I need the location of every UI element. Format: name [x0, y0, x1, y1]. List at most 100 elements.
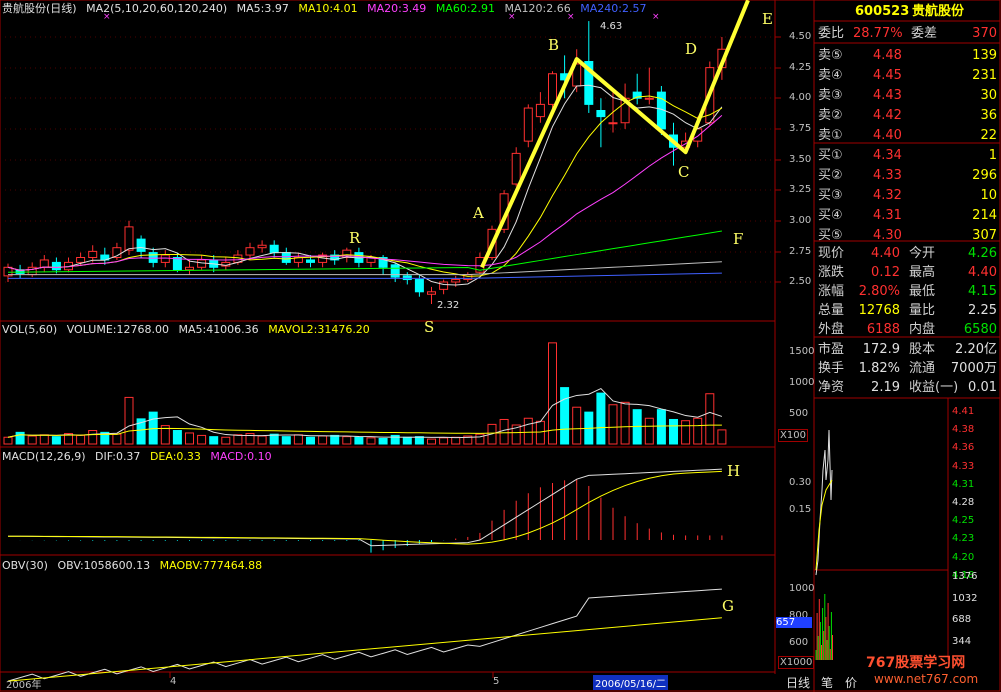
mini-volume-tick: 688: [952, 614, 972, 625]
mini-volume-tick: 1032: [952, 592, 978, 604]
volume-tick: 1500: [789, 346, 815, 357]
stat-value: 4.40: [871, 246, 900, 261]
volume-bar: [281, 436, 291, 445]
price-tick: 3.25: [789, 184, 812, 195]
annotation-h: H: [727, 462, 741, 480]
annotation-g: G: [722, 597, 734, 615]
stat-label: 涨幅: [818, 284, 845, 299]
annotation-f: F: [733, 230, 744, 248]
tab-price[interactable]: 价: [842, 674, 860, 692]
price-tick: 4.50: [789, 31, 812, 42]
volume-bar: [608, 404, 618, 445]
stat-value: 7000万: [950, 361, 997, 376]
time-label: 2006年: [6, 680, 42, 691]
volume-bar: [669, 418, 678, 445]
high-price-label: 4.63: [600, 21, 623, 32]
bid-label: 买①: [818, 148, 843, 163]
candle-body: [245, 247, 255, 256]
tab-daily[interactable]: 日线: [780, 674, 816, 692]
stat-value: 6580: [963, 322, 997, 337]
ask-label: 卖①: [818, 128, 843, 143]
candle-body: [535, 103, 545, 118]
dea-line: [7, 470, 722, 545]
bid-label: 买④: [818, 208, 843, 223]
volume-bar: [88, 430, 98, 445]
volume-bar: [306, 436, 315, 445]
price-tick: 4.00: [789, 92, 812, 103]
obv-value: OBV:1058600.13: [57, 559, 151, 572]
stat-label: 总量: [818, 303, 845, 318]
time-label: 5: [493, 676, 500, 687]
volume-bar: [644, 417, 654, 445]
volume-bar: [548, 342, 557, 445]
volume-bar: [402, 436, 412, 445]
candle-body: [511, 152, 521, 185]
price-tick: 2.50: [789, 276, 812, 287]
volume-bar: [318, 435, 328, 445]
candle-body: [39, 259, 49, 268]
candle-body: [124, 226, 134, 251]
mini-price-tick: 4.25: [952, 515, 975, 527]
stock-code: 600523: [855, 4, 910, 19]
stat-value: 12768: [858, 303, 900, 318]
ma60-value: MA60:2.91: [435, 2, 496, 15]
mini-volume-tick: 1376: [952, 571, 978, 582]
watermark-logo: 767股票学习网: [866, 655, 966, 671]
price-tick: 3.75: [789, 123, 812, 134]
volume-bar: [3, 436, 13, 445]
mini-price-tick: 4.33: [952, 460, 975, 472]
obv-tick: 1000: [789, 583, 815, 594]
macd-panel-header: MACD(12,26,9) DIF:0.37 DEA:0.33 MACD:0.1…: [2, 450, 278, 463]
ask-label: 卖⑤: [818, 48, 843, 63]
obv-title: OBV(30): [2, 559, 48, 572]
candle-body: [160, 254, 170, 263]
webi-value: 28.77%: [853, 26, 903, 41]
volume-tick: 500: [789, 408, 809, 419]
ask-volume: 22: [980, 128, 997, 143]
candle-body: [523, 107, 533, 142]
mini-price-tick: 4.20: [952, 551, 975, 563]
ask-price: 4.43: [873, 88, 902, 103]
stat-label: 流通: [909, 361, 936, 376]
candle-body: [257, 244, 267, 249]
annotation-r: R: [349, 229, 361, 247]
volume-bar: [427, 438, 436, 445]
ask-price: 4.48: [873, 48, 902, 63]
stat-value: 2.19: [871, 380, 900, 395]
bid-volume: 1: [988, 148, 997, 163]
stat-label: 内盘: [909, 322, 936, 337]
bid-price: 4.31: [873, 208, 902, 223]
mini-price-tick: 4.28: [952, 497, 975, 508]
ask-volume: 30: [980, 88, 997, 103]
ask-volume: 231: [972, 68, 997, 83]
marker-x: ×: [652, 12, 660, 22]
volume-bar: [293, 434, 303, 445]
low-price-label: 2.32: [437, 300, 460, 311]
ma20-line: [7, 115, 723, 271]
price-tick: 3.00: [789, 215, 812, 226]
mavol2-value: MAVOL2:31476.20: [268, 323, 370, 336]
volume-value: VOLUME:12768.00: [66, 323, 169, 336]
ma240-line: [8, 272, 722, 279]
quote-panel: 600523 贵航股份 委比 28.77% 委差 370 卖⑤ 4.48 139 卖④…: [815, 0, 1001, 395]
stat-value: 2.80%: [858, 284, 900, 299]
time-label: 4: [170, 676, 177, 687]
stat-value: 1.82%: [858, 361, 900, 376]
price-tick: 4.25: [789, 62, 812, 73]
stat-value: 2.25: [968, 303, 997, 318]
volume-bar: [27, 435, 37, 445]
volume-unit: X100: [778, 429, 808, 442]
candle-body: [427, 291, 436, 295]
stat-label: 量比: [909, 303, 936, 318]
volume-tick: 1000: [789, 377, 815, 388]
stat-label: 涨跌: [818, 265, 845, 280]
ask-price: 4.42: [873, 108, 902, 123]
tab-tick[interactable]: 笔: [818, 674, 836, 692]
bid-volume: 10: [980, 188, 997, 203]
candle-body: [197, 259, 207, 268]
stat-label: 现价: [818, 246, 845, 261]
volume-bar: [354, 436, 364, 445]
volume-bar: [342, 436, 352, 445]
stat-value: 2.20亿: [955, 342, 997, 357]
obv-unit: X1000: [778, 656, 815, 669]
